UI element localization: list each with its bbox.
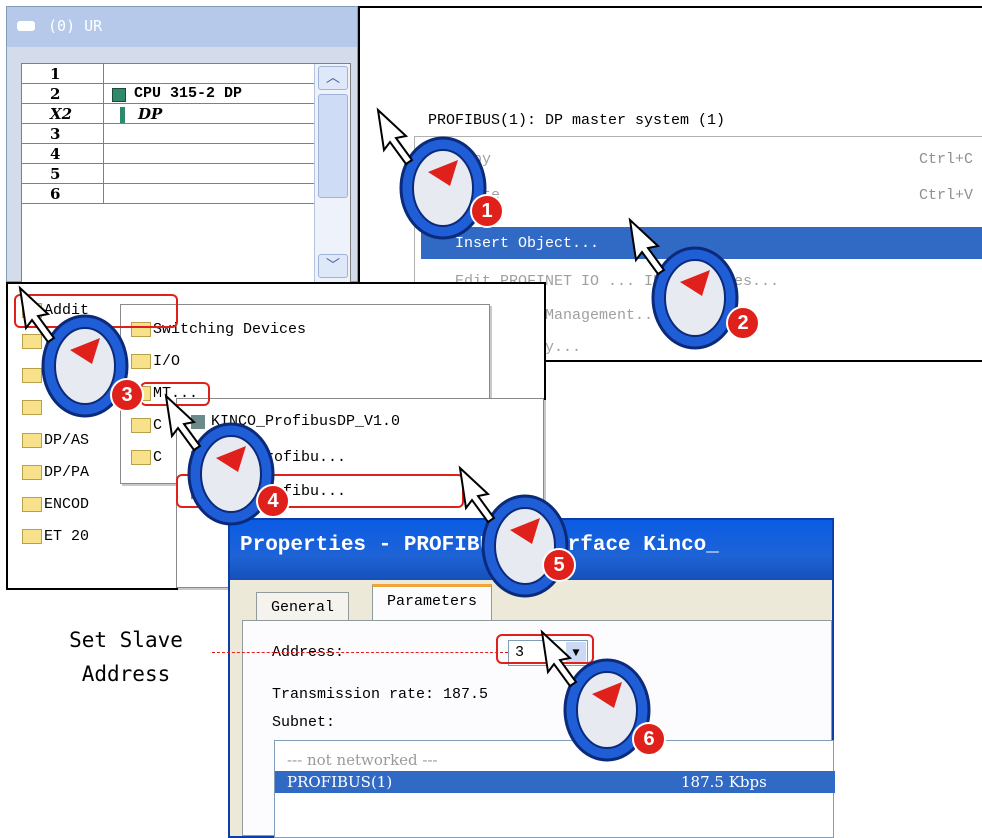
catalog-item[interactable]: ENCOD bbox=[22, 496, 89, 513]
rack-title-bar: (0) UR bbox=[7, 7, 357, 47]
device-icon bbox=[191, 450, 205, 465]
tab-parameters[interactable]: Parameters bbox=[372, 584, 493, 622]
catalog-item[interactable] bbox=[22, 334, 44, 349]
rack-module: CPU 315-2 DP bbox=[134, 85, 243, 102]
catalog-device[interactable]: MT5K_Profibu... bbox=[191, 449, 346, 466]
menu-shortcut-copy: Ctrl+C bbox=[919, 151, 974, 168]
highlight-box bbox=[14, 294, 178, 328]
menu-item-insert-object[interactable]: Insert Object... bbox=[455, 235, 599, 252]
catalog-item[interactable]: DP/AS bbox=[22, 432, 89, 449]
callout-address: Address bbox=[81, 662, 171, 686]
catalog-item-label: ENCOD bbox=[44, 496, 90, 513]
folder-icon bbox=[22, 368, 42, 383]
scroll-thumb[interactable] bbox=[318, 94, 348, 198]
subnet-row[interactable]: PROFIBUS(1) 187.5 Kbps bbox=[275, 771, 835, 793]
device-icon bbox=[191, 414, 205, 429]
rack-row[interactable]: 1 bbox=[22, 64, 314, 84]
subnet-label: Subnet: bbox=[272, 714, 336, 731]
catalog-item[interactable]: ET 20 bbox=[22, 528, 89, 545]
callout-leader-line bbox=[212, 652, 508, 653]
subnet-rate: 187.5 Kbps bbox=[681, 773, 767, 791]
rack-slot: 2 bbox=[22, 84, 104, 104]
scroll-up-icon[interactable]: ︿ bbox=[318, 66, 348, 90]
catalog-item[interactable] bbox=[22, 368, 44, 383]
catalog-item-label: ET 20 bbox=[44, 528, 90, 545]
catalog-item[interactable]: C bbox=[131, 449, 162, 466]
rack-table: 1 2 CPU 315-2 DP X2 DP 3 4 5 6 ︿ ﹀ bbox=[21, 63, 351, 283]
subnet-list[interactable]: --- not networked --- PROFIBUS(1) 187.5 … bbox=[274, 740, 835, 838]
folder-icon bbox=[22, 497, 42, 512]
rack-slot: 5 bbox=[22, 164, 104, 184]
catalog-device-label: KINCO_ProfibusDP_V1.0 bbox=[211, 413, 401, 430]
catalog-item[interactable] bbox=[22, 400, 44, 415]
step-badge: 5 bbox=[542, 548, 576, 582]
rack-window: (0) UR 1 2 CPU 315-2 DP X2 DP 3 4 5 6 ︿ … bbox=[6, 6, 358, 283]
transmission-rate-label: Transmission rate: 187.5 bbox=[272, 686, 489, 703]
properties-dialog: Properties - PROFIBUS interface Kinco_ G… bbox=[228, 518, 835, 838]
rack-module: DP bbox=[138, 105, 163, 123]
subnet-name: --- not networked --- bbox=[287, 751, 438, 769]
folder-icon bbox=[22, 433, 42, 448]
highlight-box bbox=[176, 474, 464, 508]
folder-icon bbox=[22, 334, 42, 349]
rack-scrollbar[interactable]: ︿ ﹀ bbox=[314, 64, 350, 282]
rack-row[interactable]: 6 bbox=[22, 184, 314, 204]
catalog-item-label: DP/AS bbox=[44, 432, 90, 449]
menu-item-copy[interactable]: Copy bbox=[455, 151, 491, 168]
catalog-item-label: C bbox=[153, 449, 163, 466]
rack-row[interactable]: 4 bbox=[22, 144, 314, 164]
rack-slot: 4 bbox=[22, 144, 104, 164]
catalog-item-label: I/O bbox=[153, 353, 181, 370]
highlight-box bbox=[496, 634, 594, 664]
rack-row[interactable]: X2 DP bbox=[22, 104, 314, 124]
catalog-device[interactable]: KINCO_ProfibusDP_V1.0 bbox=[191, 413, 400, 430]
menu-shortcut-paste: Ctrl+V bbox=[919, 187, 974, 204]
folder-icon bbox=[22, 465, 42, 480]
callout-set-slave: Set Slave bbox=[69, 628, 183, 652]
folder-icon bbox=[22, 400, 42, 415]
scroll-down-icon[interactable]: ﹀ bbox=[318, 254, 348, 278]
subnet-name: PROFIBUS(1) bbox=[287, 773, 393, 791]
rack-slot: 6 bbox=[22, 184, 104, 204]
step-badge: 2 bbox=[726, 306, 760, 340]
folder-icon bbox=[131, 418, 151, 433]
rack-slot: 1 bbox=[22, 64, 104, 84]
module-icon bbox=[112, 84, 126, 104]
module-icon bbox=[120, 104, 125, 124]
step-badge: 3 bbox=[110, 378, 144, 412]
catalog-item[interactable]: I/O bbox=[131, 353, 180, 370]
rack-title: (0) UR bbox=[48, 17, 103, 35]
rack-row[interactable]: 5 bbox=[22, 164, 314, 184]
tab-general[interactable]: General bbox=[256, 592, 350, 622]
rack-icon bbox=[17, 21, 35, 31]
folder-icon bbox=[131, 354, 151, 369]
step-badge: 6 bbox=[632, 722, 666, 756]
rack-row[interactable]: 3 bbox=[22, 124, 314, 144]
dialog-title: Properties - PROFIBUS interface Kinco_ bbox=[230, 520, 832, 580]
catalog-device-label: MT5K_Profibu... bbox=[211, 449, 347, 466]
subnet-row[interactable]: --- not networked --- bbox=[275, 749, 835, 771]
highlight-box bbox=[140, 382, 210, 406]
catalog-item[interactable]: DP/PA bbox=[22, 464, 89, 481]
folder-icon bbox=[131, 450, 151, 465]
catalog-item-label: DP/PA bbox=[44, 464, 90, 481]
catalog-item-label: C bbox=[153, 417, 163, 434]
step-badge: 4 bbox=[256, 484, 290, 518]
step-badge: 1 bbox=[470, 194, 504, 228]
rack-row[interactable]: 2 CPU 315-2 DP bbox=[22, 84, 314, 104]
rack-slot: 3 bbox=[22, 124, 104, 144]
folder-icon bbox=[22, 529, 42, 544]
catalog-item[interactable]: C bbox=[131, 417, 162, 434]
context-menu-header: PROFIBUS(1): DP master system (1) bbox=[428, 112, 726, 129]
rack-slot: X2 bbox=[22, 104, 104, 124]
